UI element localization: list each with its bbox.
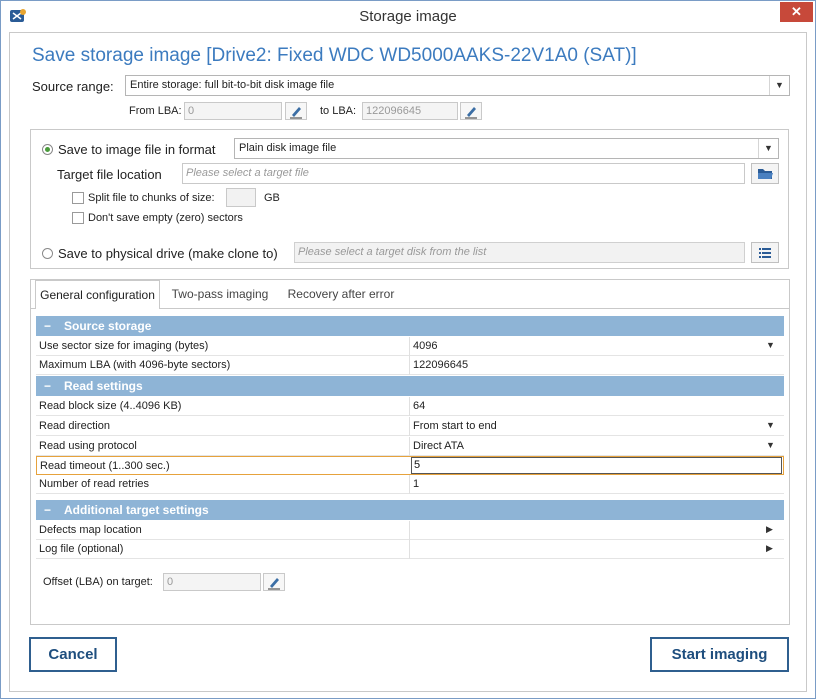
skip-empty-sectors-checkbox[interactable]	[72, 212, 84, 224]
target-file-input[interactable]: Please select a target file	[182, 163, 745, 184]
property-value: From start to end	[413, 420, 497, 432]
property-row[interactable]: Read direction From start to end ▼	[36, 417, 784, 436]
column-divider	[409, 437, 410, 456]
chunk-size-field[interactable]	[226, 188, 256, 207]
save-to-drive-label: Save to physical drive (make clone to)	[58, 246, 278, 261]
column-divider	[409, 356, 410, 375]
edit-to-lba-button[interactable]	[460, 102, 482, 120]
column-divider	[409, 521, 410, 540]
property-value: Direct ATA	[413, 440, 464, 452]
column-divider	[409, 397, 410, 416]
column-divider	[409, 475, 410, 494]
property-value: 1	[413, 478, 420, 490]
chunk-unit-label: GB	[264, 192, 280, 204]
pencil-icon	[268, 578, 280, 590]
property-key: Maximum LBA (with 4096-byte sectors)	[39, 359, 231, 371]
section-read-settings[interactable]: − Read settings	[36, 376, 784, 396]
section-additional-target-settings[interactable]: − Additional target settings	[36, 500, 784, 520]
dialog-content: Save storage image [Drive2: Fixed WDC WD…	[9, 32, 807, 692]
column-divider	[409, 337, 410, 356]
chevron-down-icon: ▼	[766, 340, 775, 350]
save-to-image-radio[interactable]	[42, 144, 53, 155]
collapse-icon: −	[44, 503, 52, 517]
property-key: Read block size (4..4096 KB)	[39, 400, 182, 412]
section-title: Source storage	[64, 319, 152, 333]
split-file-checkbox[interactable]	[72, 192, 84, 204]
from-lba-label: From LBA:	[129, 105, 182, 117]
tab-recovery-after-error[interactable]: Recovery after error	[281, 280, 401, 309]
collapse-icon: −	[44, 379, 52, 393]
chevron-down-icon: ▼	[766, 440, 775, 450]
skip-empty-sectors-label: Don't save empty (zero) sectors	[88, 212, 243, 224]
property-row[interactable]: Read using protocol Direct ATA ▼	[36, 437, 784, 456]
property-row[interactable]: Use sector size for imaging (bytes) 4096…	[36, 337, 784, 356]
title-bar: Storage image ✕	[1, 1, 815, 32]
pencil-icon	[290, 107, 302, 119]
target-disk-input[interactable]: Please select a target disk from the lis…	[294, 242, 745, 263]
section-title: Additional target settings	[64, 503, 209, 517]
chevron-down-icon: ▼	[769, 76, 789, 95]
destination-group: Save to image file in format Plain disk …	[30, 129, 789, 269]
property-row[interactable]: Number of read retries 1	[36, 475, 784, 494]
collapse-icon: −	[44, 319, 52, 333]
cancel-button[interactable]: Cancel	[29, 637, 117, 672]
tab-general-configuration[interactable]: General configuration	[35, 280, 160, 309]
property-row[interactable]: Defects map location ▶	[36, 521, 784, 540]
split-file-label: Split file to chunks of size:	[88, 192, 215, 204]
edit-from-lba-button[interactable]	[285, 102, 307, 120]
edit-offset-button[interactable]	[263, 573, 285, 591]
property-row[interactable]: Read block size (4..4096 KB) 64	[36, 397, 784, 416]
folder-icon	[758, 169, 773, 179]
offset-field[interactable]: 0	[163, 573, 261, 591]
column-divider	[409, 417, 410, 436]
page-title: Save storage image [Drive2: Fixed WDC WD…	[32, 45, 637, 66]
select-disk-button[interactable]	[751, 242, 779, 263]
column-divider	[409, 540, 410, 559]
source-range-label: Source range:	[32, 79, 114, 94]
property-value: 4096	[413, 340, 438, 352]
save-to-image-label: Save to image file in format	[58, 142, 216, 157]
list-icon	[759, 248, 771, 258]
property-key: Log file (optional)	[39, 543, 124, 555]
property-key: Read direction	[39, 420, 110, 432]
close-button[interactable]: ✕	[780, 2, 813, 22]
to-lba-label: to LBA:	[320, 105, 357, 117]
settings-tabs: General configuration Two-pass imaging R…	[30, 279, 790, 625]
target-file-label: Target file location	[57, 167, 162, 182]
storage-image-dialog: Storage image ✕ Save storage image [Driv…	[0, 0, 816, 699]
property-key: Use sector size for imaging (bytes)	[39, 340, 209, 352]
chevron-right-icon: ▶	[766, 524, 773, 534]
property-key: Read using protocol	[39, 440, 137, 452]
property-row[interactable]: Maximum LBA (with 4096-byte sectors) 122…	[36, 356, 784, 375]
property-value: 64	[413, 400, 426, 412]
pencil-icon	[465, 107, 477, 119]
to-lba-field[interactable]: 122096645	[362, 102, 458, 120]
read-timeout-input[interactable]: 5	[411, 457, 782, 474]
tab-two-pass-imaging[interactable]: Two-pass imaging	[168, 280, 272, 309]
property-row-focused[interactable]: Read timeout (1..300 sec.) 5	[36, 456, 784, 475]
save-to-drive-radio[interactable]	[42, 248, 53, 259]
chevron-down-icon: ▼	[758, 139, 778, 158]
source-range-value: Entire storage: full bit-to-bit disk ima…	[130, 79, 335, 91]
window-title: Storage image	[359, 8, 457, 25]
image-format-value: Plain disk image file	[239, 142, 337, 154]
browse-folder-button[interactable]	[751, 163, 779, 184]
source-range-select[interactable]: Entire storage: full bit-to-bit disk ima…	[125, 75, 790, 96]
from-lba-field[interactable]: 0	[184, 102, 282, 120]
section-source-storage[interactable]: − Source storage	[36, 316, 784, 336]
offset-label: Offset (LBA) on target:	[43, 576, 153, 588]
section-title: Read settings	[64, 379, 143, 393]
property-value: 122096645	[413, 359, 469, 371]
property-key: Defects map location	[39, 524, 142, 536]
property-key: Read timeout (1..300 sec.)	[40, 460, 170, 472]
chevron-down-icon: ▼	[766, 420, 775, 430]
property-key: Number of read retries	[39, 478, 150, 490]
start-imaging-button[interactable]: Start imaging	[650, 637, 789, 672]
property-row[interactable]: Log file (optional) ▶	[36, 540, 784, 559]
chevron-right-icon: ▶	[766, 543, 773, 553]
image-format-select[interactable]: Plain disk image file ▼	[234, 138, 779, 159]
